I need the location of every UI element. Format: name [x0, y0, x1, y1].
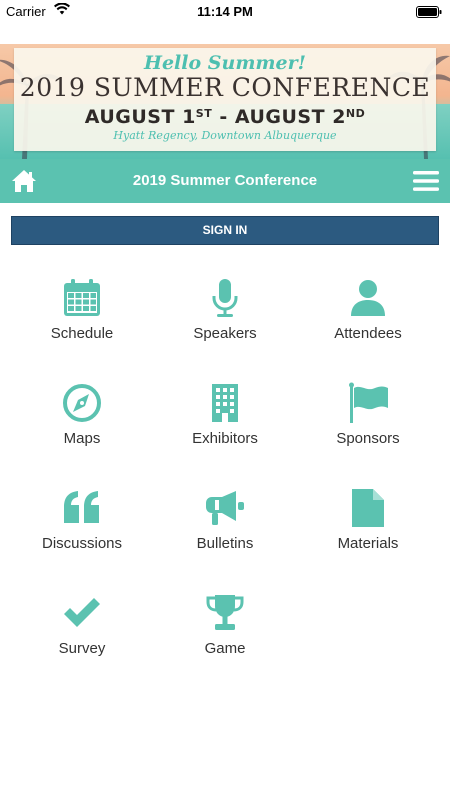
- menu-item-label: Discussions: [41, 535, 123, 552]
- conference-banner: Hello Summer! 2019 SUMMER CONFERENCE AUG…: [0, 44, 450, 159]
- person-icon: [351, 280, 385, 316]
- checkmark-icon: [64, 598, 100, 627]
- banner-dates: AUGUST 1ST - AUGUST 2ND: [14, 102, 436, 129]
- banner-conference-title: 2019 SUMMER CONFERENCE: [19, 73, 431, 102]
- menu-button[interactable]: [412, 168, 440, 194]
- quote-icon: [64, 491, 99, 523]
- banner-date-separator: -: [212, 106, 235, 128]
- calendar-icon: [64, 279, 100, 316]
- hamburger-menu-icon: [413, 171, 439, 191]
- menu-item-maps[interactable]: Maps: [11, 370, 153, 470]
- menu-item-label: Sponsors: [336, 430, 400, 447]
- menu-item-discussions[interactable]: Discussions: [11, 475, 153, 575]
- page-title: 2019 Summer Conference: [132, 172, 318, 189]
- menu-item-label: Bulletins: [196, 535, 254, 552]
- banner-date-start-suffix: ST: [195, 107, 213, 120]
- menu-item-bulletins[interactable]: Bulletins: [154, 475, 296, 575]
- menu-item-label: Schedule: [50, 325, 114, 342]
- banner-venue: Hyatt Regency, Downtown Albuquerque: [113, 129, 337, 142]
- menu-item-game[interactable]: Game: [154, 580, 296, 680]
- menu-item-exhibitors[interactable]: Exhibitors: [154, 370, 296, 470]
- compass-icon: [63, 384, 101, 422]
- menu-item-label: Survey: [58, 640, 106, 657]
- banner-card: Hello Summer! 2019 SUMMER CONFERENCE AUG…: [14, 48, 436, 151]
- banner-date-end-suffix: ND: [345, 107, 366, 120]
- menu-item-survey[interactable]: Survey: [11, 580, 153, 680]
- menu-item-label: Exhibitors: [192, 430, 258, 447]
- banner-date-end: AUGUST 2: [234, 106, 346, 128]
- menu-item-materials[interactable]: Materials: [297, 475, 439, 575]
- sign-in-button[interactable]: SIGN IN: [11, 216, 439, 245]
- status-bar: Carrier 11:14 PM: [0, 0, 450, 24]
- flag-icon: [349, 382, 388, 423]
- nav-bar: 2019 Summer Conference: [0, 159, 450, 203]
- menu-item-label: Speakers: [193, 325, 257, 342]
- banner-date-start: AUGUST 1: [84, 106, 196, 128]
- building-icon: [212, 384, 238, 422]
- document-icon: [352, 489, 384, 527]
- megaphone-icon: [206, 491, 244, 525]
- menu-item-schedule[interactable]: Schedule: [11, 265, 153, 365]
- menu-item-sponsors[interactable]: Sponsors: [297, 370, 439, 470]
- battery-icon: [416, 6, 442, 21]
- menu-item-label: Maps: [63, 430, 101, 447]
- menu-item-label: Attendees: [334, 325, 402, 342]
- menu-item-label: Materials: [337, 535, 399, 552]
- trophy-icon: [206, 595, 244, 630]
- clock: 11:14 PM: [197, 4, 253, 19]
- microphone-icon: [212, 279, 238, 317]
- menu-item-label: Game: [204, 640, 246, 657]
- menu-item-speakers[interactable]: Speakers: [154, 265, 296, 365]
- menu-item-attendees[interactable]: Attendees: [297, 265, 439, 365]
- banner-greeting: Hello Summer!: [144, 52, 306, 74]
